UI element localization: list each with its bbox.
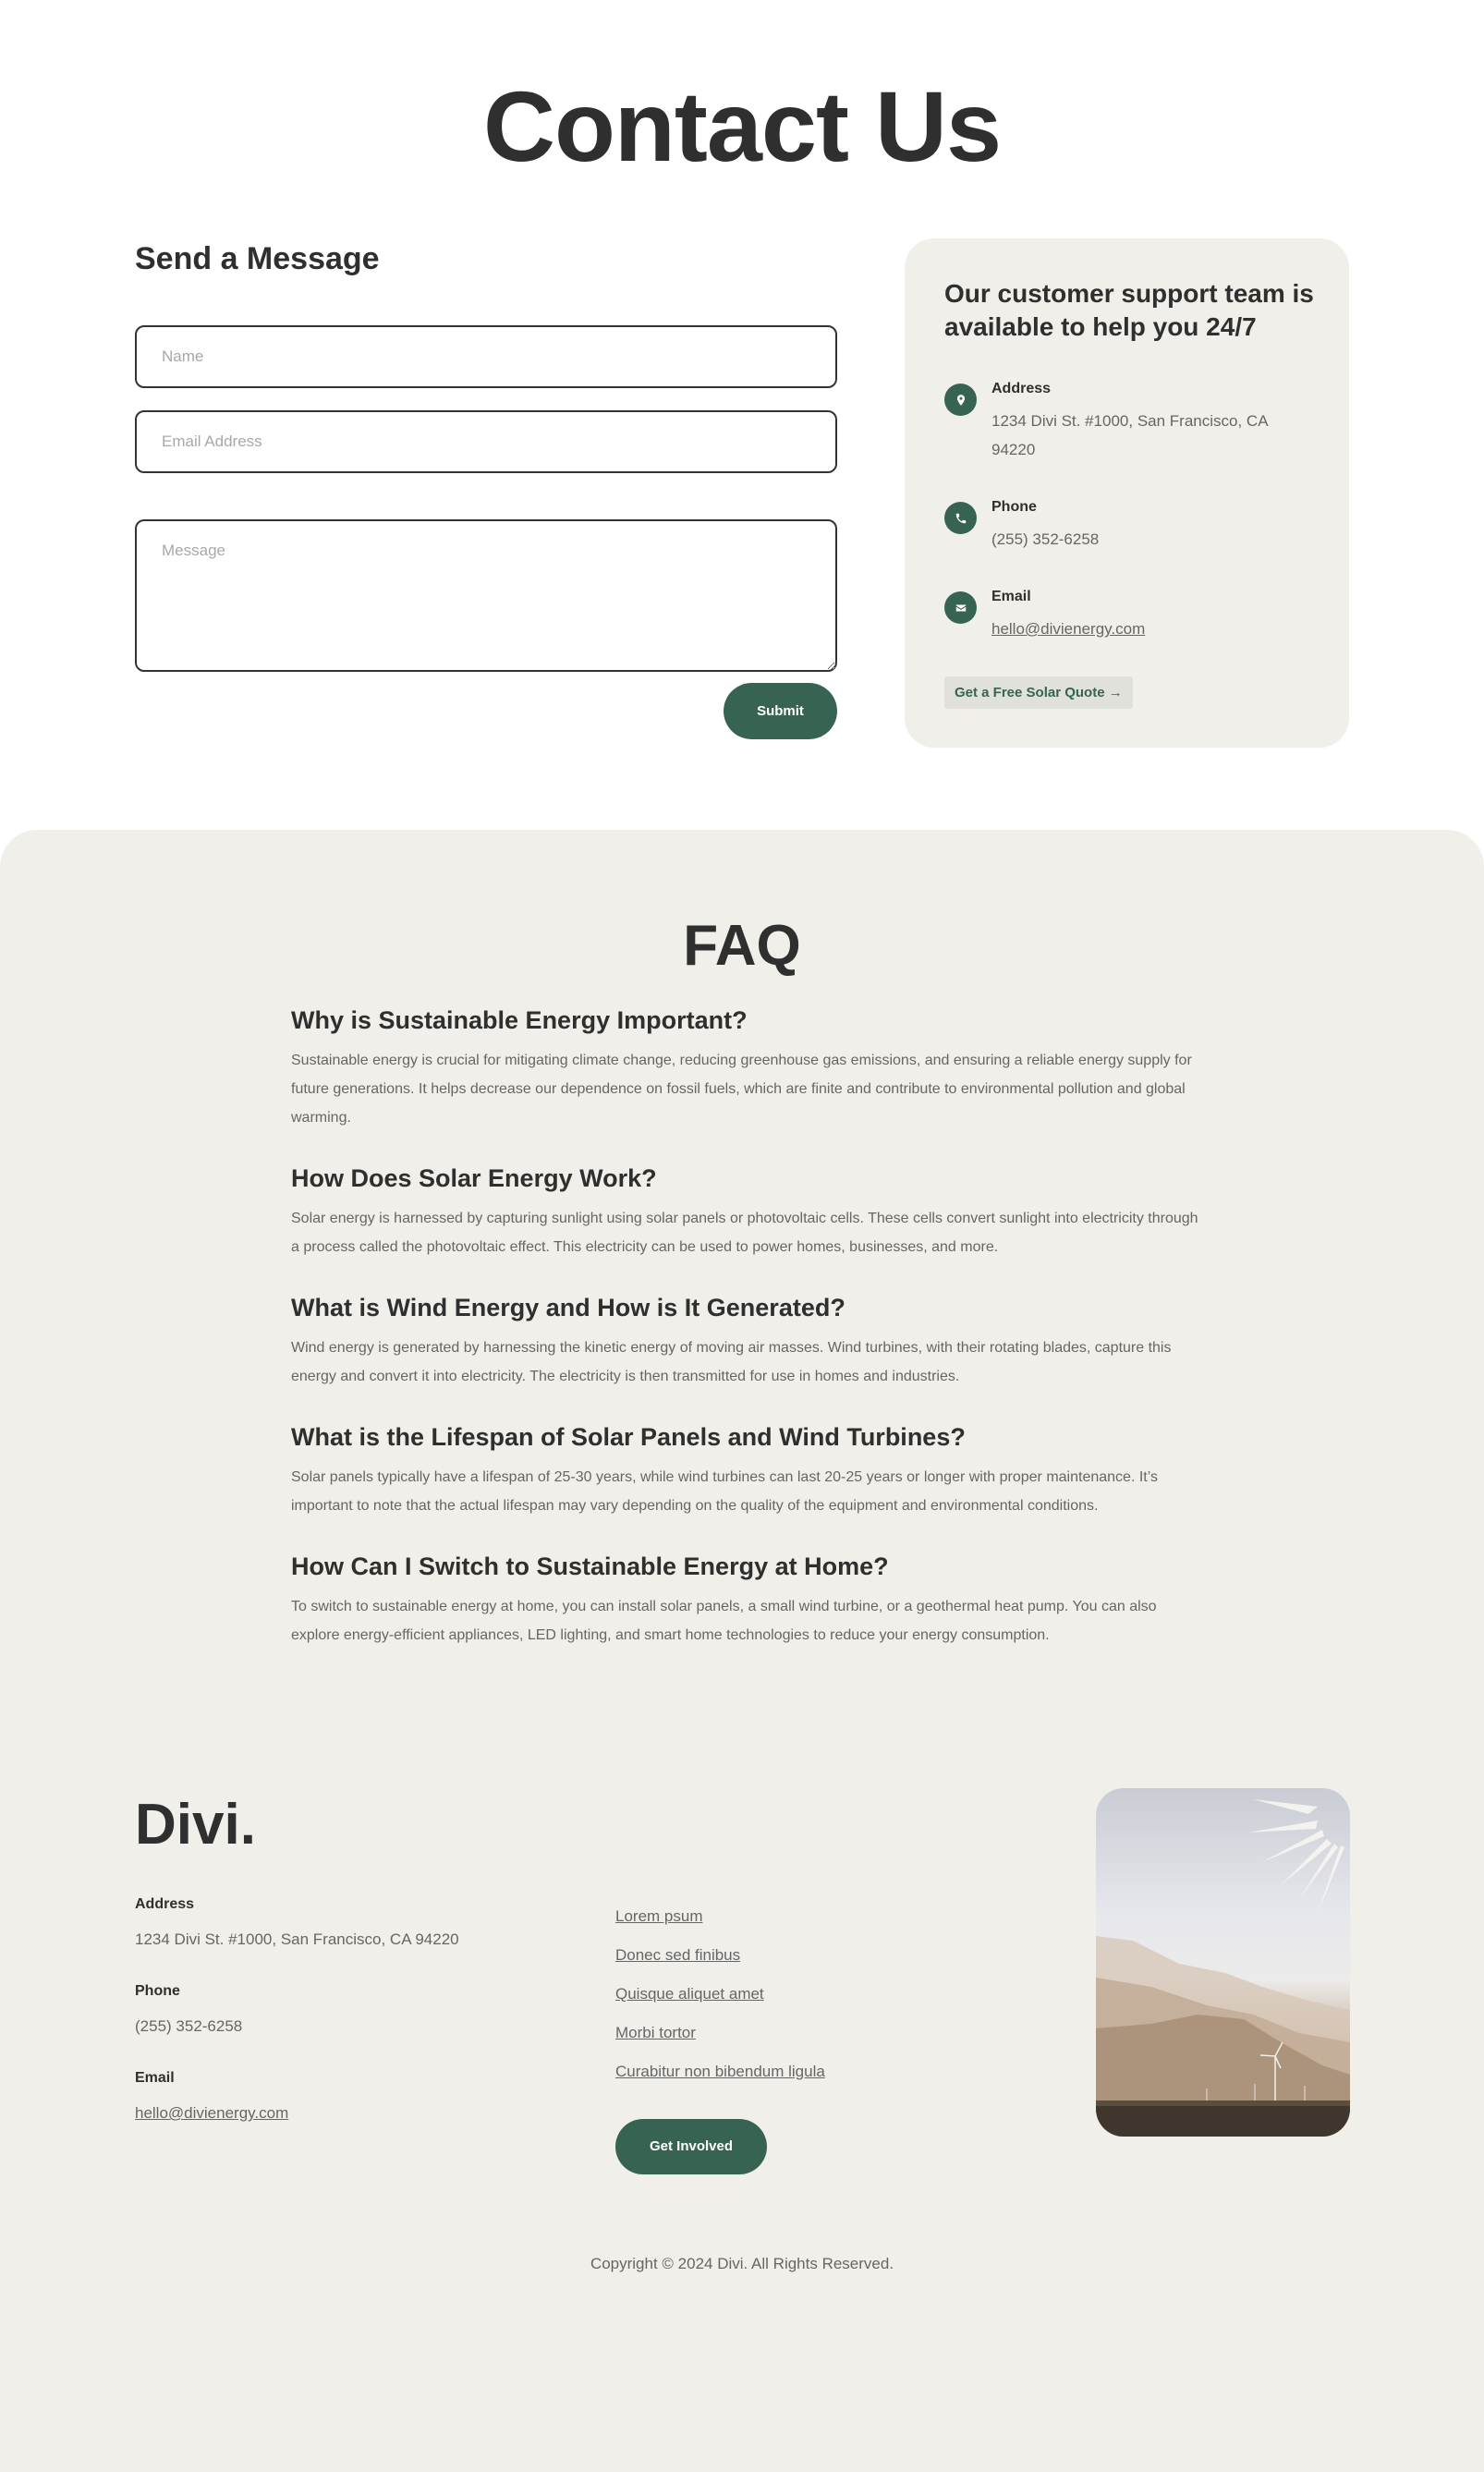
footer-link[interactable]: Curabitur non bibendum ligula bbox=[615, 2052, 825, 2091]
sun-rays bbox=[1248, 1799, 1344, 1913]
email-input[interactable] bbox=[135, 410, 837, 473]
site-footer: Divi. Address 1234 Divi St. #1000, San F… bbox=[0, 1788, 1484, 2472]
faq-question: What is Wind Energy and How is It Genera… bbox=[291, 1294, 845, 1321]
info-email-link[interactable]: hello@divienergy.com bbox=[991, 620, 1145, 638]
footer-phone: Phone (255) 352-6258 bbox=[135, 1981, 459, 2040]
faq-answer: Sustainable energy is crucial for mitiga… bbox=[291, 1053, 1192, 1126]
footer-landscape-image bbox=[1096, 1788, 1350, 2137]
info-value-address: 1234 Divi St. #1000, San Francisco, CA 9… bbox=[991, 412, 1268, 458]
faq-answer: Solar panels typically have a lifespan o… bbox=[291, 1469, 1158, 1514]
footer-address-label: Address bbox=[135, 1896, 195, 1912]
submit-row: Submit bbox=[135, 683, 837, 739]
footer-contact: Address 1234 Divi St. #1000, San Francis… bbox=[135, 1894, 459, 2155]
faq-answer: To switch to sustainable energy at home,… bbox=[291, 1599, 1157, 1643]
copyright-text: Copyright © 2024 Divi. All Rights Reserv… bbox=[590, 2255, 894, 2272]
footer-phone-label: Phone bbox=[135, 1983, 180, 1999]
envelope-icon bbox=[944, 591, 977, 624]
footer-address-value: 1234 Divi St. #1000, San Francisco, CA 9… bbox=[135, 1930, 459, 1948]
footer-address: Address 1234 Divi St. #1000, San Francis… bbox=[135, 1894, 459, 1954]
footer-phone-value: (255) 352-6258 bbox=[135, 2017, 243, 2035]
footer-nav: Lorem psum Donec sed finibus Quisque ali… bbox=[615, 1897, 825, 2174]
map-pin-icon bbox=[944, 384, 977, 416]
faq-answer: Wind energy is generated by harnessing t… bbox=[291, 1340, 1172, 1384]
faq-question: Why is Sustainable Energy Important? bbox=[291, 1006, 748, 1034]
faq-list: Why is Sustainable Energy Important? Sus… bbox=[280, 1004, 1204, 1650]
contact-form: Send a Message Submit bbox=[135, 238, 837, 739]
contact-section: Contact Us Send a Message Submit Our cus… bbox=[0, 0, 1484, 830]
faq-item: How Does Solar Energy Work? Solar energy… bbox=[291, 1162, 1204, 1261]
footer-link[interactable]: Lorem psum bbox=[615, 1897, 825, 1936]
name-input[interactable] bbox=[135, 325, 837, 388]
faq-item: Why is Sustainable Energy Important? Sus… bbox=[291, 1004, 1204, 1132]
get-involved-button[interactable]: Get Involved bbox=[615, 2119, 767, 2174]
faq-title: FAQ bbox=[683, 914, 801, 978]
footer-link[interactable]: Donec sed finibus bbox=[615, 1936, 825, 1975]
info-item-phone: Phone (255) 352-6258 bbox=[944, 497, 1309, 554]
info-item-email: Email hello@divienergy.com bbox=[944, 587, 1309, 643]
phone-icon bbox=[944, 502, 977, 534]
footer-link[interactable]: Quisque aliquet amet bbox=[615, 1975, 825, 2014]
info-label-address: Address bbox=[991, 381, 1052, 396]
footer-email-label: Email bbox=[135, 2070, 175, 2086]
form-title: Send a Message bbox=[135, 241, 380, 276]
faq-item: What is Wind Energy and How is It Genera… bbox=[291, 1291, 1204, 1391]
faq-item: How Can I Switch to Sustainable Energy a… bbox=[291, 1550, 1204, 1650]
faq-question: How Can I Switch to Sustainable Energy a… bbox=[291, 1553, 889, 1580]
faq-footer-background: FAQ Why is Sustainable Energy Important?… bbox=[0, 830, 1484, 2472]
submit-button[interactable]: Submit bbox=[724, 683, 837, 739]
page-title: Contact Us bbox=[482, 70, 1002, 182]
footer-email-link[interactable]: hello@divienergy.com bbox=[135, 2104, 288, 2122]
support-info-card: Our customer support team is available t… bbox=[905, 238, 1349, 748]
faq-section: FAQ Why is Sustainable Energy Important?… bbox=[0, 830, 1484, 1788]
footer-email: Email hello@divienergy.com bbox=[135, 2068, 459, 2127]
info-value-phone: (255) 352-6258 bbox=[991, 530, 1100, 548]
faq-answer: Solar energy is harnessed by capturing s… bbox=[291, 1211, 1198, 1255]
support-info-title: Our customer support team is available t… bbox=[944, 279, 1314, 341]
message-textarea[interactable] bbox=[135, 519, 837, 672]
faq-question: What is the Lifespan of Solar Panels and… bbox=[291, 1423, 966, 1451]
faq-question: How Does Solar Energy Work? bbox=[291, 1164, 657, 1192]
footer-logo: Divi. bbox=[135, 1793, 256, 1857]
info-item-address: Address 1234 Divi St. #1000, San Francis… bbox=[944, 379, 1309, 464]
free-solar-quote-button[interactable]: Get a Free Solar Quote → bbox=[944, 676, 1133, 709]
info-label-email: Email bbox=[991, 589, 1031, 604]
footer-link[interactable]: Morbi tortor bbox=[615, 2014, 825, 2052]
faq-item: What is the Lifespan of Solar Panels and… bbox=[291, 1420, 1204, 1520]
info-label-phone: Phone bbox=[991, 499, 1037, 515]
